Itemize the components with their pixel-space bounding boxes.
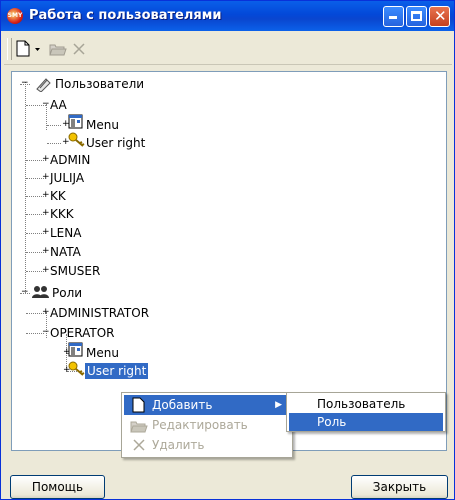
collapse-icon[interactable]: − [21,79,29,88]
tree-node-users[interactable]: Пользователи [55,76,144,92]
new-button[interactable] [16,40,34,58]
tree-line [47,143,61,144]
menu-item-delete[interactable]: Удалить [124,435,290,455]
menu-item-add-label: Добавить [152,398,213,412]
submenu-arrow-icon: ▶ [275,400,282,410]
expand-icon[interactable]: + [42,266,50,275]
expand-icon[interactable]: + [42,191,50,200]
context-menu: Добавить ▶ Редактировать Удалить [121,392,293,458]
maximize-button[interactable] [406,6,427,27]
new-document-icon [16,40,30,57]
toolbar [4,34,452,65]
maximize-icon [411,11,422,21]
menu-item-edit-label: Редактировать [152,418,248,432]
roles-icon [32,284,49,300]
menu-item-edit[interactable]: Редактировать [124,415,290,435]
new-dropdown-button[interactable] [34,40,42,58]
open-button[interactable] [49,40,67,58]
menu-icon [68,342,84,358]
tree-node-roles[interactable]: Роли [52,285,82,301]
main-window: SMY Работа с пользователями ✕ − Пользова… [0,0,455,500]
submenu-item-user-label: Пользователь [317,397,406,411]
tree-node-operator-user-right[interactable]: User right [85,363,149,379]
tree-line [47,125,61,126]
close-button[interactable]: Закрыть [351,475,448,499]
tree-node-administrator[interactable]: ADMINISTRATOR [50,305,149,321]
tree-node-aa[interactable]: AA [50,97,67,113]
key-icon [68,361,85,377]
tree-node-aa-user-right[interactable]: User right [86,135,145,151]
toolbar-grip[interactable] [7,38,12,60]
delete-x-icon [73,43,85,55]
tree-node-operator[interactable]: OPERATOR [50,325,115,341]
tree-node-nata[interactable]: NATA [50,244,81,260]
open-folder-icon [130,421,148,433]
tree-node-kkk[interactable]: KKK [50,206,74,222]
title-bar[interactable]: SMY Работа с пользователями ✕ [1,1,454,31]
expand-icon[interactable]: + [42,173,50,182]
expand-icon[interactable]: + [42,247,50,256]
close-window-button[interactable]: ✕ [429,6,450,27]
dropdown-arrow-icon [35,48,40,51]
tree-node-kk[interactable]: KK [50,188,66,204]
delete-button[interactable] [72,40,88,58]
window-title: Работа с пользователями [29,8,222,23]
tree-node-julija[interactable]: JULIJA [50,170,84,186]
add-submenu: Пользователь Роль [286,392,446,432]
tree-node-admin[interactable]: ADMIN [50,152,90,168]
submenu-item-role-label: Роль [317,415,347,429]
submenu-item-user[interactable]: Пользователь [289,395,443,413]
minimize-button[interactable] [383,6,404,27]
collapse-icon[interactable]: − [42,328,50,337]
tree-node-operator-menu[interactable]: Menu [86,345,119,361]
expand-icon[interactable]: + [42,228,50,237]
collapse-icon[interactable]: − [21,288,29,297]
submenu-item-role[interactable]: Роль [289,413,443,431]
expand-icon[interactable]: + [42,209,50,218]
menu-item-delete-label: Удалить [152,438,205,452]
close-icon: ✕ [434,7,447,25]
new-document-icon [132,397,145,413]
expand-icon[interactable]: + [42,308,50,317]
tree-node-aa-menu[interactable]: Menu [86,117,119,133]
expand-icon[interactable]: + [42,155,50,164]
help-button[interactable]: Помощь [10,475,105,499]
tree-line [25,82,26,293]
tree-node-smuser[interactable]: SMUSER [50,263,100,279]
collapse-icon[interactable]: − [42,100,50,109]
key-icon [68,132,85,148]
minimize-icon [389,16,397,19]
open-folder-icon [49,44,67,56]
menu-icon [68,114,84,130]
delete-x-icon [133,439,145,451]
tree-node-lena[interactable]: LENA [50,225,81,241]
app-icon: SMY [7,8,23,24]
menu-item-add[interactable]: Добавить ▶ [124,395,290,415]
users-folder-icon [34,76,51,93]
